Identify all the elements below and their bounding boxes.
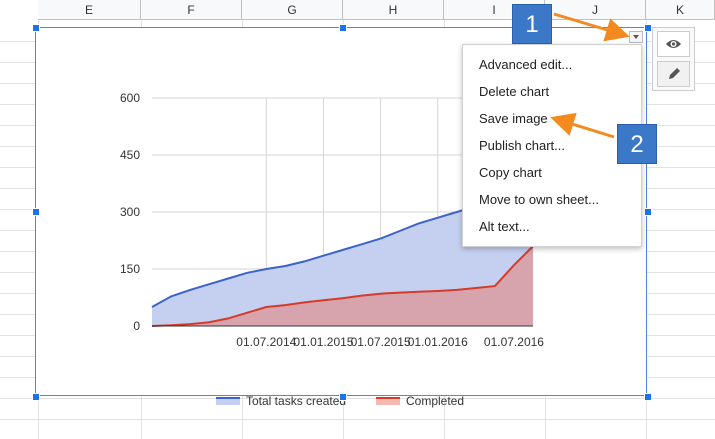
y-axis-ticks: 0 150 300 450 600 xyxy=(120,91,140,333)
legend-completed: Completed xyxy=(376,394,464,408)
annotation-badge-1: 1 xyxy=(512,4,552,44)
resize-handle-b[interactable] xyxy=(339,393,347,401)
y-tick-label: 0 xyxy=(133,319,140,333)
menu-item-alt-text[interactable]: Alt text... xyxy=(463,213,641,240)
chart-menu-button[interactable] xyxy=(629,31,643,43)
y-tick-label: 450 xyxy=(120,148,140,162)
column-header-k[interactable]: K xyxy=(646,0,715,20)
legend-label-completed: Completed xyxy=(406,394,465,408)
x-axis-ticks: 01.07.2014 01.01.2015 01.07.2015 01.01.2… xyxy=(236,335,544,349)
x-tick-label: 01.07.2014 xyxy=(236,335,296,349)
column-header-g[interactable]: G xyxy=(242,0,343,20)
menu-item-copy-chart[interactable]: Copy chart xyxy=(463,159,641,186)
resize-handle-r[interactable] xyxy=(644,208,652,216)
menu-item-advanced-edit[interactable]: Advanced edit... xyxy=(463,51,641,78)
annotation-badge-2: 2 xyxy=(617,124,657,164)
grid-line xyxy=(0,398,715,399)
x-tick-label: 01.07.2015 xyxy=(351,335,411,349)
column-header-e[interactable]: E xyxy=(38,0,141,20)
column-header-j[interactable]: J xyxy=(545,0,646,20)
legend-label-total: Total tasks created xyxy=(246,394,347,408)
edit-button[interactable] xyxy=(657,61,690,87)
resize-handle-tr[interactable] xyxy=(644,24,652,32)
x-tick-label: 01.01.2016 xyxy=(408,335,468,349)
resize-handle-t[interactable] xyxy=(339,24,347,32)
y-tick-label: 600 xyxy=(120,91,140,105)
legend-swatch-completed xyxy=(376,397,400,405)
resize-handle-tl[interactable] xyxy=(32,24,40,32)
legend-swatch-total xyxy=(216,397,240,405)
pencil-icon xyxy=(669,68,680,79)
y-tick-label: 300 xyxy=(120,205,140,219)
chart-side-panel xyxy=(652,27,695,91)
x-tick-label: 01.01.2015 xyxy=(293,335,353,349)
eye-icon xyxy=(666,40,681,48)
column-header-h[interactable]: H xyxy=(343,0,444,20)
column-header-f[interactable]: F xyxy=(141,0,242,20)
menu-item-save-image[interactable]: Save image xyxy=(463,105,641,132)
menu-item-publish-chart[interactable]: Publish chart... xyxy=(463,132,641,159)
y-tick-label: 150 xyxy=(120,262,140,276)
resize-handle-bl[interactable] xyxy=(32,393,40,401)
resize-handle-br[interactable] xyxy=(644,393,652,401)
grid-line xyxy=(0,419,715,420)
legend-total: Total tasks created xyxy=(216,394,346,408)
resize-handle-l[interactable] xyxy=(32,208,40,216)
x-tick-label: 01.07.2016 xyxy=(484,335,544,349)
menu-item-move-to-own-sheet[interactable]: Move to own sheet... xyxy=(463,186,641,213)
chart-context-menu: Advanced edit... Delete chart Save image… xyxy=(462,44,642,247)
preview-button[interactable] xyxy=(657,31,690,57)
menu-item-delete-chart[interactable]: Delete chart xyxy=(463,78,641,105)
